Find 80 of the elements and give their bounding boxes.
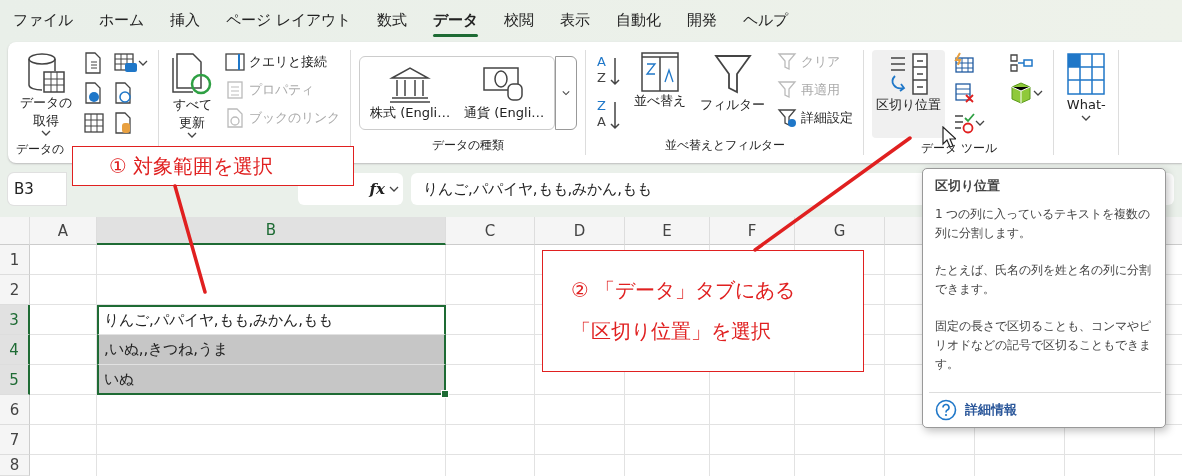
fill-handle[interactable] <box>441 390 449 398</box>
sort-icon <box>640 52 681 92</box>
name-box[interactable]: B3 <box>8 173 66 205</box>
ribbon-button[interactable]: What- <box>1062 50 1111 124</box>
document-icon <box>84 52 102 74</box>
ribbon-button[interactable]: フィルター <box>696 50 770 116</box>
filter-gear-icon <box>777 108 798 128</box>
tooltip-text: 1 つの列に入っているテキストを複数の列に分割します。 <box>935 206 1152 242</box>
menu-tab[interactable]: 表示 <box>546 0 603 40</box>
help-link[interactable]: 詳細情報 <box>935 399 1155 421</box>
table-cell[interactable]: りんご,パパイヤ,もも,みかん,もも <box>97 305 446 335</box>
callout-text: ② 「データ」タブにある <box>571 277 797 304</box>
link-icon <box>225 108 245 128</box>
filter-icon <box>777 80 798 100</box>
callout-text: 「区切り位置」を選択 <box>571 318 772 345</box>
document-icon <box>225 80 245 100</box>
table-icon <box>1066 52 1107 96</box>
lightning-table-icon <box>953 52 976 74</box>
gallery-more-button[interactable] <box>555 56 578 130</box>
group-label: 並べ替えとフィルター <box>663 137 786 154</box>
ribbon-button[interactable]: 並べ替え <box>630 50 691 112</box>
menu-tab[interactable]: ページ レイアウト <box>213 0 364 40</box>
menu-tab[interactable]: ヘルプ <box>729 0 801 40</box>
table-button[interactable] <box>82 110 106 136</box>
row-header[interactable]: 2 <box>0 275 30 305</box>
help-icon <box>935 399 957 421</box>
consolidate-icon <box>1009 52 1034 74</box>
clock-document-icon <box>114 82 132 104</box>
menu-tab[interactable]: 校閲 <box>490 0 547 40</box>
menu-tab[interactable]: 挿入 <box>157 0 213 40</box>
tooltip-text: 固定の長さで区切ることも、コンマやピリオドなどの記号で区切ることもできます。 <box>935 318 1152 373</box>
checklist-icon <box>953 112 976 134</box>
menu-tab[interactable]: 自動化 <box>602 0 674 40</box>
data-type-button[interactable]: 株式 (Engli… <box>366 62 455 124</box>
function-label[interactable]: fx <box>369 180 385 198</box>
row-header[interactable]: 6 <box>0 395 30 425</box>
tooltip-text: たとえば、氏名の列を姓と名の列に分割できます。 <box>935 262 1152 298</box>
refresh-icon <box>171 52 213 96</box>
globe-document-icon <box>84 82 102 104</box>
table-icon <box>84 113 104 133</box>
menu-tab[interactable]: ホーム <box>86 0 157 40</box>
row-header[interactable]: 5 <box>0 365 30 395</box>
caret-icon <box>975 119 986 127</box>
row-header[interactable]: 4 <box>0 335 30 365</box>
caret-icon <box>562 89 571 97</box>
database-icon <box>26 52 66 94</box>
ribbon-button[interactable]: クエリと接続 <box>223 50 342 74</box>
ribbon-button[interactable]: 詳細設定 <box>775 106 856 130</box>
column-header[interactable]: B <box>97 217 446 245</box>
callout-text: ① 対象範囲を選択 <box>109 152 275 180</box>
row-header[interactable]: 3 <box>0 305 30 335</box>
menu-tab[interactable]: ファイル <box>0 0 86 40</box>
row-header[interactable]: 7 <box>0 425 30 455</box>
group-label: データの種類 <box>431 137 506 154</box>
panel-icon <box>225 52 245 72</box>
row-header[interactable]: 8 <box>0 455 30 476</box>
menu-tab[interactable]: 開発 <box>673 0 730 40</box>
table-cell[interactable]: いぬ <box>97 365 446 395</box>
caret-icon <box>1033 89 1044 97</box>
data-type-button[interactable]: 通貨 (Engli… <box>460 62 549 124</box>
filter-icon <box>712 52 753 96</box>
group-label: データの <box>16 141 64 159</box>
ribbon-button[interactable]: すべて 更新 <box>167 50 217 142</box>
filter-icon <box>777 52 798 72</box>
tooltip-title: 区切り位置 <box>935 177 1001 195</box>
bank-icon <box>388 64 433 104</box>
ribbon-button[interactable]: データの 取得 <box>16 50 76 140</box>
menu-tab[interactable]: 数式 <box>363 0 420 40</box>
camera-table-icon <box>114 52 138 74</box>
database-document-icon <box>114 112 132 134</box>
ribbon-button[interactable]: 区切り位置 <box>872 50 946 138</box>
caret-icon <box>389 185 399 193</box>
caret-icon <box>138 59 148 67</box>
row-header[interactable]: 1 <box>0 245 30 275</box>
menu-tab[interactable]: データ <box>419 0 491 40</box>
sort-button[interactable]: A Z <box>594 50 625 90</box>
sort-button[interactable]: Z A <box>594 94 625 134</box>
table-cross-icon <box>953 82 976 104</box>
cube-icon <box>1009 81 1034 105</box>
table-cell[interactable]: ,いぬ,,きつね,うま <box>97 335 446 365</box>
